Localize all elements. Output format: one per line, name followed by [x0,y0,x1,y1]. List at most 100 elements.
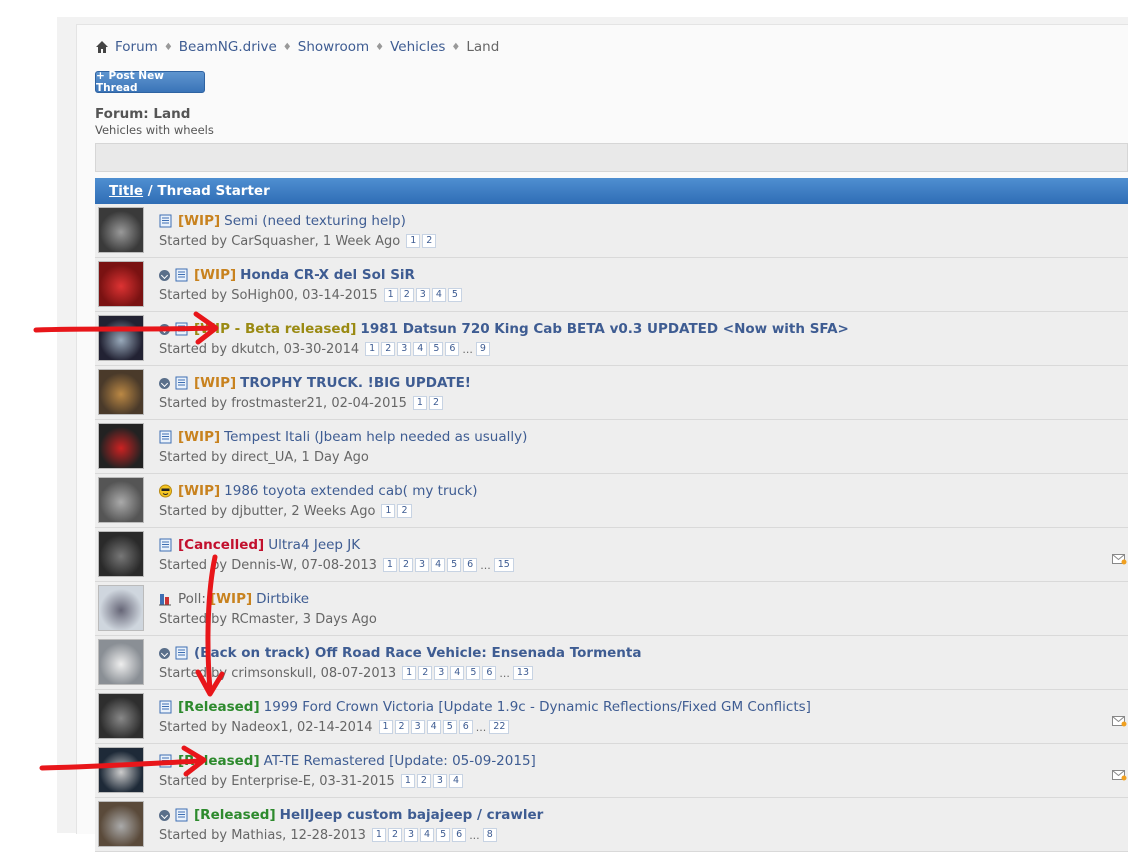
page-link[interactable]: 1 [371,828,386,842]
page-link[interactable]: 1 [412,396,427,410]
thread-row[interactable]: [Released] HellJeep custom bajajeep / cra… [95,798,1128,852]
page-link[interactable]: 3 [434,666,449,680]
page-link[interactable]: 2 [394,720,409,734]
thread-row[interactable]: [WIP] Honda CR-X del Sol SiR Started by So… [95,258,1128,312]
page-link[interactable]: 2 [381,342,396,356]
page-link[interactable]: 6 [463,558,478,572]
page-link[interactable]: 2 [422,234,437,248]
page-link[interactable]: 3 [397,342,412,356]
page-link[interactable]: 6 [458,720,473,734]
breadcrumb-vehicles[interactable]: Vehicles [390,39,445,55]
thread-title-link[interactable]: 1986 toyota extended cab( my truck) [224,483,477,499]
page-link[interactable]: 1 [365,342,380,356]
thread-thumbnail[interactable] [98,207,144,253]
thread-title-link[interactable]: Semi (need texturing help) [224,213,406,229]
thread-title-link[interactable]: 1981 Datsun 720 King Cab BETA v0.3 UPDAT… [360,321,848,337]
page-link[interactable]: 5 [429,342,444,356]
page-link[interactable]: 2 [399,288,414,302]
page-link[interactable]: 4 [450,666,465,680]
thread-title-link[interactable]: Honda CR-X del Sol SiR [240,267,415,283]
page-link[interactable]: 4 [426,720,441,734]
last-page-link[interactable]: 9 [475,342,490,356]
thread-title-link[interactable]: 1999 Ford Crown Victoria [Update 1.9c - … [264,699,811,715]
go-to-first-unread-icon[interactable] [159,323,170,335]
page-link[interactable]: 6 [482,666,497,680]
home-icon[interactable] [95,40,109,54]
page-link[interactable]: 2 [397,504,412,518]
thread-thumbnail[interactable] [98,585,144,631]
thread-thumbnail[interactable] [98,747,144,793]
page-link[interactable]: 5 [447,558,462,572]
page-link[interactable]: 4 [431,558,446,572]
page-link[interactable]: 5 [436,828,451,842]
thread-row[interactable]: (Back on track) Off Road Race Vehicle: E… [95,636,1128,690]
go-to-first-unread-icon[interactable] [159,647,170,659]
last-page-link[interactable]: 13 [512,666,534,680]
thread-thumbnail[interactable] [98,639,144,685]
thread-thumbnail[interactable] [98,369,144,415]
page-link[interactable]: 5 [442,720,457,734]
thread-thumbnail[interactable] [98,531,144,577]
page-link[interactable]: 3 [415,288,430,302]
thread-thumbnail[interactable] [98,693,144,739]
page-link[interactable]: 2 [398,558,414,572]
page-link[interactable]: 3 [432,774,447,788]
thread-row[interactable]: [WIP] 1986 toyota extended cab( my truck)… [95,474,1128,528]
page-link[interactable]: 5 [466,666,481,680]
thread-row[interactable]: [WIP] Semi (need texturing help) Started b… [95,204,1128,258]
thread-row[interactable]: [WIP - Beta released] 1981 Datsun 720 Kin… [95,312,1128,366]
breadcrumb-forum[interactable]: Forum [115,39,158,55]
go-to-first-unread-icon[interactable] [159,809,170,821]
thread-row[interactable]: Poll: [WIP] Dirtbike Started by RCmaster, 3… [95,582,1128,636]
go-to-first-unread-icon[interactable] [159,269,170,281]
page-link[interactable]: 4 [431,288,446,302]
thread-thumbnail[interactable] [98,261,144,307]
page-link[interactable]: 1 [378,720,393,734]
page-link[interactable]: 1 [402,666,417,680]
thread-title-link[interactable]: AT-TE Remastered [Update: 05-09-2015] [264,753,536,769]
page-link[interactable]: 2 [428,396,443,410]
page-link[interactable]: 2 [416,774,431,788]
post-new-thread-button[interactable]: + Post New Thread [95,70,205,94]
page-link[interactable]: 4 [413,342,428,356]
page-link[interactable]: 4 [448,774,463,788]
last-page-link[interactable]: 22 [489,720,510,734]
thread-title-link[interactable]: TROPHY TRUCK. !BIG UPDATE! [240,375,471,391]
page-link[interactable]: 2 [418,666,433,680]
thread-row[interactable]: [WIP] TROPHY TRUCK. !BIG UPDATE! Started b… [95,366,1128,420]
page-link[interactable]: 3 [404,828,419,842]
page-link[interactable]: 6 [445,342,460,356]
thread-thumbnail[interactable] [98,423,144,469]
go-to-first-unread-icon[interactable] [159,377,170,389]
last-page-link[interactable]: 15 [493,558,514,572]
thread-title-link[interactable]: Dirtbike [256,591,309,607]
thread-row[interactable]: [Released] 1999 Ford Crown Victoria [Upda… [95,690,1128,744]
last-page-link[interactable]: 8 [482,828,497,842]
thread-title-link[interactable]: Ultra4 Jeep JK [268,537,360,553]
thread-thumbnail[interactable] [98,477,144,523]
page-link[interactable]: 2 [387,828,402,842]
page-link[interactable]: 6 [452,828,467,842]
thread-row[interactable]: [Cancelled] Ultra4 Jeep JK Started by Denn… [95,528,1128,582]
page-link[interactable]: 3 [415,558,430,572]
page-link[interactable]: 1 [383,288,398,302]
page-link[interactable]: 3 [410,720,425,734]
page-link[interactable]: 1 [406,234,421,248]
thread-row[interactable]: [WIP] Tempest Itali (Jbeam help needed as… [95,420,1128,474]
thread-document-icon [175,646,188,660]
page-link[interactable]: 1 [381,504,396,518]
thread-title-link[interactable]: (Back on track) Off Road Race Vehicle: E… [194,645,641,661]
thread-starter-meta: Started by Nadeox1, 02-14-2014 [159,719,373,735]
thread-row[interactable]: [Released] AT-TE Remastered [Update: 05-0… [95,744,1128,798]
page-link[interactable]: 4 [420,828,435,842]
sort-by-title-link[interactable]: Title [109,183,143,199]
thread-thumbnail[interactable] [98,801,144,847]
thread-title-link[interactable]: HellJeep custom bajajeep / crawler [280,807,544,823]
page-link[interactable]: 5 [447,288,462,302]
thread-thumbnail[interactable] [98,315,144,361]
page-link[interactable]: 1 [382,558,397,572]
breadcrumb-beamng[interactable]: BeamNG.drive [179,39,277,55]
breadcrumb-showroom[interactable]: Showroom [298,39,369,55]
page-link[interactable]: 1 [400,774,415,788]
thread-title-link[interactable]: Tempest Itali (Jbeam help needed as usua… [224,429,527,445]
